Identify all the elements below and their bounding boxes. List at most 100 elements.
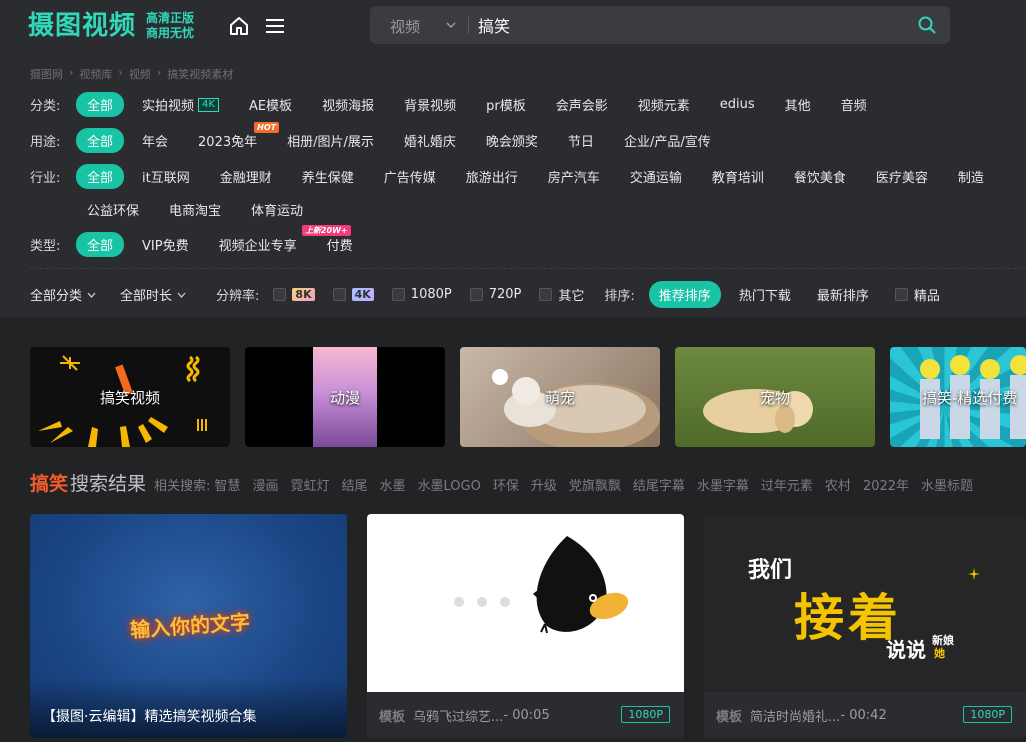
filter-type-item[interactable]: 视频企业专享 上新20W+ <box>219 225 351 254</box>
related-search-link[interactable]: 结尾字幕 <box>633 475 685 494</box>
video-card[interactable]: 输入你的文字 【摄图·云编辑】精选搞笑视频合集 <box>30 514 347 738</box>
resolution-720p-option[interactable]: 720P <box>469 287 521 302</box>
filter-usage-item[interactable]: 年会 <box>142 131 168 150</box>
breadcrumb-item[interactable]: 视频库 <box>79 66 112 82</box>
related-search-link[interactable]: 农村 <box>825 475 851 494</box>
search-input[interactable] <box>478 12 898 38</box>
filter-industry-item[interactable]: 电商淘宝 <box>169 200 221 219</box>
sort-latest-button[interactable]: 最新排序 <box>817 285 869 304</box>
resolution-1080p-option[interactable]: 1080P <box>391 287 452 302</box>
premium-option[interactable]: 精品 <box>894 285 940 304</box>
related-search-link[interactable]: 2022年 <box>863 475 909 494</box>
logo[interactable]: 摄图视频 高清正版 商用无忧 <box>28 9 194 43</box>
all-durations-dropdown[interactable]: 全部时长 <box>120 285 186 304</box>
related-search-link[interactable]: 水墨 <box>379 475 405 494</box>
4k-badge: 4K <box>351 288 374 301</box>
filter-label: 用途: <box>30 135 61 150</box>
video-info: 模板 简洁时尚婚礼... - 00:42 1080P <box>704 692 1026 738</box>
video-card[interactable]: 模板 乌鸦飞过综艺... - 00:05 1080P <box>367 514 684 738</box>
resolution-8k-option[interactable]: 8K <box>273 288 315 301</box>
filter-usage-item[interactable]: 相册/图片/展示 <box>287 131 374 150</box>
filter-industry-item[interactable]: 交通运输 <box>630 167 682 186</box>
video-title: 简洁时尚婚礼... <box>750 709 841 725</box>
filter-industry-item[interactable]: 养生保健 <box>302 167 354 186</box>
filter-category-all[interactable]: 全部 <box>76 92 125 117</box>
related-search-link[interactable]: 过年元素 <box>761 475 813 494</box>
related-search-link[interactable]: 水墨LOGO <box>418 475 481 494</box>
filter-industry-item[interactable]: 餐饮美食 <box>794 167 846 186</box>
filter-industry-item[interactable]: 制造 <box>958 167 984 186</box>
related-search-link[interactable]: 党旗飘飘 <box>569 475 621 494</box>
sort-label: 排序: <box>604 289 635 304</box>
filter-usage-item[interactable]: 晚会颁奖 <box>486 131 538 150</box>
filter-category-item[interactable]: AE模板 <box>249 95 292 114</box>
filter-category-item[interactable]: 实拍视频 4K <box>142 95 219 114</box>
filter-industry-item[interactable]: 医疗美容 <box>876 167 928 186</box>
filter-industry-item[interactable]: 教育培训 <box>712 167 764 186</box>
filter-industry-item[interactable]: 房产汽车 <box>548 167 600 186</box>
filter-category-item[interactable]: 视频海报 <box>322 95 374 114</box>
sort-recommended-button[interactable]: 推荐排序 <box>648 281 721 308</box>
filter-industry-all[interactable]: 全部 <box>76 164 125 189</box>
related-search-link[interactable]: 智慧 <box>214 475 240 494</box>
breadcrumb-item[interactable]: 搞笑视频素材 <box>167 66 233 82</box>
filter-type-item[interactable]: VIP免费 <box>142 235 189 254</box>
related-search-link[interactable]: 升级 <box>531 475 557 494</box>
filter-category-item[interactable]: 视频元素 <box>638 95 690 114</box>
poster-side-text-2: 她 <box>934 647 945 660</box>
filter-industry-item[interactable]: 体育运动 <box>251 200 303 219</box>
chevron-down-icon[interactable] <box>446 20 456 30</box>
filter-industry-item[interactable]: 旅游出行 <box>466 167 518 186</box>
filter-type-all[interactable]: 全部 <box>76 232 125 257</box>
filter-category-item[interactable]: edius <box>720 97 755 112</box>
resolution-4k-option[interactable]: 4K <box>332 288 374 301</box>
category-card-cute-pet[interactable]: 萌宠 <box>460 347 660 447</box>
checkbox[interactable] <box>894 288 908 301</box>
sort-popular-button[interactable]: 热门下载 <box>739 285 791 304</box>
checkbox[interactable] <box>539 288 553 301</box>
resolution-other-option[interactable]: 其它 <box>539 285 584 304</box>
filter-industry-item[interactable]: it互联网 <box>142 167 190 186</box>
filter-usage-item[interactable]: 2023兔年 HOT <box>198 122 280 150</box>
checkbox[interactable] <box>332 288 346 301</box>
filter-type-item[interactable]: 付费 <box>327 235 353 254</box>
filter-usage-item[interactable]: 婚礼婚庆 <box>404 131 456 150</box>
filter-label: 行业: <box>30 171 61 186</box>
filter-category-item[interactable]: 音频 <box>841 95 867 114</box>
checkbox[interactable] <box>273 288 287 301</box>
breadcrumb-item[interactable]: 视频 <box>129 66 151 82</box>
related-search-link[interactable]: 环保 <box>493 475 519 494</box>
video-card[interactable]: 我们 接着 说说 新娘 她 模板 简洁时尚婚礼... - 00:42 1080P <box>704 514 1026 738</box>
category-card-pet[interactable]: 宠物 <box>675 347 875 447</box>
filter-usage-all[interactable]: 全部 <box>76 128 125 153</box>
logo-text: 摄图视频 <box>28 11 137 41</box>
search-category-select[interactable]: 视频 <box>390 16 420 37</box>
related-search-link[interactable]: 水墨标题 <box>921 475 973 494</box>
menu-icon[interactable] <box>266 18 284 34</box>
4k-badge: 4K <box>198 97 219 112</box>
filter-category-item[interactable]: pr模板 <box>486 95 526 114</box>
filter-category-item[interactable]: 会声会影 <box>556 95 608 114</box>
related-search-link[interactable]: 水墨字幕 <box>697 475 749 494</box>
filter-industry-item[interactable]: 金融理财 <box>220 167 272 186</box>
filter-usage-item[interactable]: 企业/产品/宣传 <box>624 131 711 150</box>
category-card-funny-video[interactable]: 搞笑视频 <box>30 347 230 447</box>
filter-industry-item[interactable]: 广告传媒 <box>384 167 436 186</box>
all-categories-dropdown[interactable]: 全部分类 <box>30 285 96 304</box>
related-search-link[interactable]: 霓虹灯 <box>290 475 329 494</box>
checkbox[interactable] <box>391 288 405 301</box>
category-card-anime[interactable]: 动漫 <box>245 347 445 447</box>
results-title: 搜索结果 <box>70 473 147 495</box>
filter-industry-item[interactable]: 公益环保 <box>87 200 139 219</box>
search-icon[interactable] <box>918 16 936 34</box>
filter-usage-item[interactable]: 节日 <box>568 131 594 150</box>
breadcrumb-separator: › <box>69 66 74 79</box>
filter-category-item[interactable]: 其他 <box>785 95 811 114</box>
related-search-link[interactable]: 结尾 <box>341 475 367 494</box>
home-icon[interactable] <box>230 16 248 36</box>
filter-category-item[interactable]: 背景视频 <box>404 95 456 114</box>
category-card-funny-premium[interactable]: 搞笑-精选付费 <box>890 347 1026 447</box>
checkbox[interactable] <box>469 288 483 301</box>
related-search-link[interactable]: 漫画 <box>252 475 278 494</box>
breadcrumb-item[interactable]: 摄图网 <box>30 66 63 82</box>
